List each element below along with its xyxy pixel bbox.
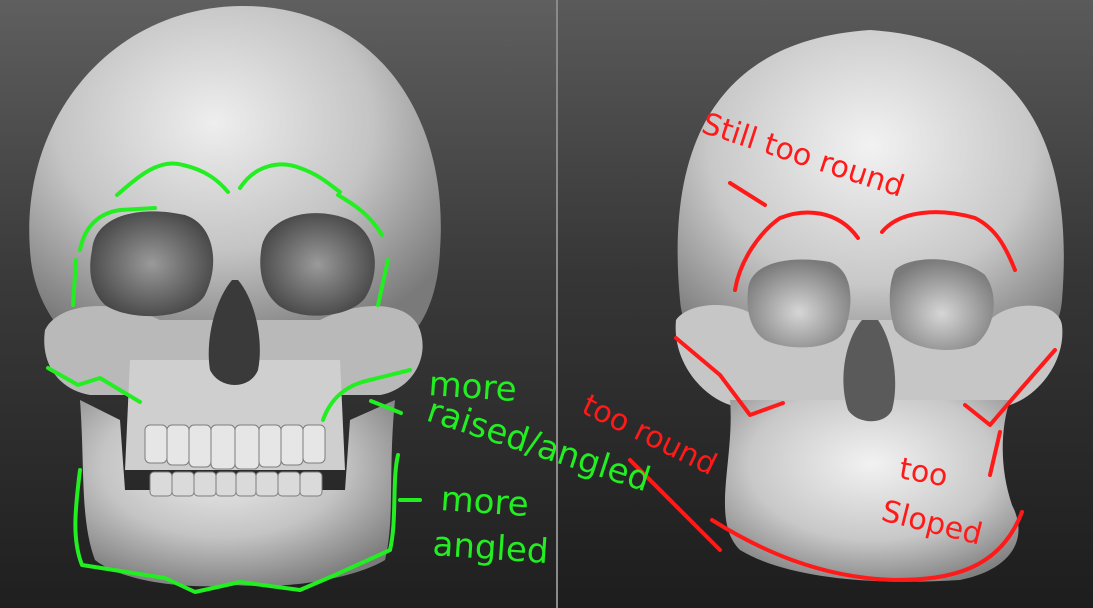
- reference-left-eye-socket: [90, 211, 214, 317]
- comparison-canvas: more raised/angled more angled Still too…: [0, 0, 1093, 608]
- reference-upper-teeth: [144, 424, 326, 470]
- reference-lower-teeth: [149, 471, 323, 497]
- sculpt-jaw: [724, 400, 1019, 582]
- label-more-2: more: [439, 479, 530, 525]
- sculpt-skull: [675, 30, 1064, 582]
- label-angled: angled: [431, 524, 549, 572]
- sculpt-right-eye-socket: [889, 259, 994, 350]
- artwork: more raised/angled more angled Still too…: [29, 5, 1064, 594]
- sculpt-left-eye-socket: [747, 259, 851, 348]
- reference-right-eye-socket: [260, 213, 375, 316]
